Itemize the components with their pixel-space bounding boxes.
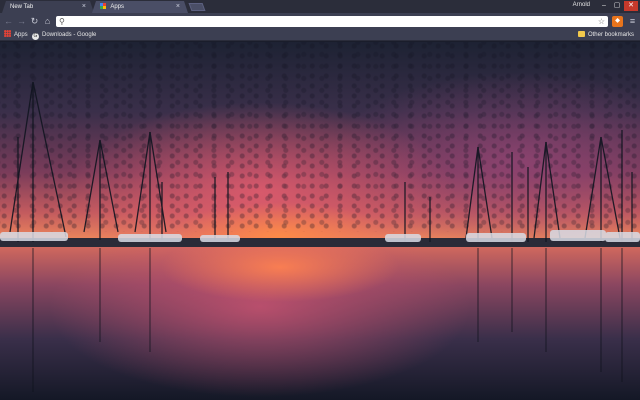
bookmark-downloads[interactable]: G Downloads - Google: [32, 30, 96, 41]
menu-icon[interactable]: ≡: [628, 16, 637, 27]
apps-favicon-icon: [100, 3, 106, 9]
address-input[interactable]: [68, 16, 588, 27]
toolbar: ← → ↻ ⌂ ⚲ ☆ ◆ ≡: [0, 13, 640, 30]
tab-apps[interactable]: Apps ×: [92, 1, 188, 13]
bookmark-label: Apps: [14, 32, 28, 38]
other-bookmarks[interactable]: Other bookmarks: [577, 30, 634, 41]
maximize-button[interactable]: ▢: [611, 1, 623, 11]
forward-arrow-icon[interactable]: →: [16, 16, 27, 27]
tab-label: Apps: [110, 4, 125, 10]
new-tab-button[interactable]: [188, 3, 206, 11]
bookmark-star-icon[interactable]: ☆: [598, 16, 605, 27]
profile-name[interactable]: Arnold: [573, 2, 590, 8]
close-window-button[interactable]: ✕: [624, 1, 638, 11]
close-tab-icon[interactable]: ×: [176, 2, 180, 12]
bookmark-label: Downloads - Google: [42, 32, 97, 38]
reload-icon[interactable]: ↻: [29, 16, 40, 27]
sailboat-masts: [0, 81, 640, 392]
back-arrow-icon[interactable]: ←: [3, 16, 14, 27]
google-icon: G: [32, 33, 39, 40]
tab-new-tab[interactable]: New Tab ×: [2, 1, 94, 13]
address-bar[interactable]: ⚲ ☆: [56, 16, 608, 27]
minimize-button[interactable]: –: [598, 1, 610, 11]
folder-icon: [577, 31, 585, 37]
apps-grid-icon: [4, 30, 11, 37]
bookmarks-bar: Apps G Downloads - Google Other bookmarks: [0, 30, 640, 41]
other-bookmarks-label: Other bookmarks: [587, 32, 634, 38]
bookmark-apps[interactable]: Apps: [4, 30, 28, 41]
extension-icon[interactable]: ◆: [612, 16, 623, 27]
search-icon: ⚲: [59, 17, 65, 26]
tab-strip: New Tab × Apps × Arnold – ▢ ✕: [0, 0, 640, 13]
new-tab-page-background: [0, 42, 640, 400]
close-tab-icon[interactable]: ×: [82, 2, 86, 12]
home-icon[interactable]: ⌂: [42, 16, 53, 27]
tab-label: New Tab: [10, 4, 34, 10]
